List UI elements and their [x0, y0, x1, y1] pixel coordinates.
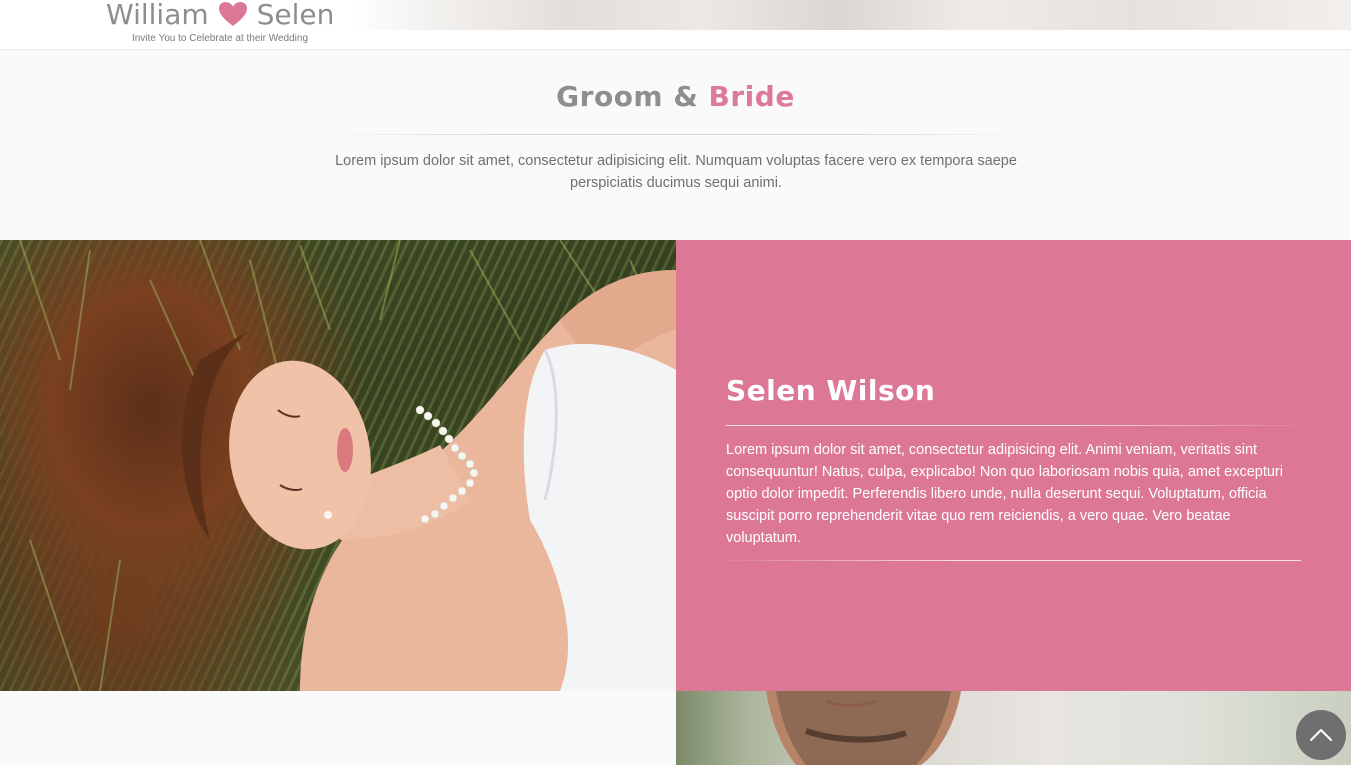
chevron-up-icon: [1310, 729, 1332, 741]
bride-divider-top: [726, 425, 1301, 426]
groom-first-name: William: [106, 0, 209, 31]
section-divider: [316, 134, 1036, 135]
groom-photo: [676, 691, 1351, 765]
back-to-top-button[interactable]: [1296, 710, 1346, 760]
section-intro-text: Lorem ipsum dolor sit amet, consectetur …: [335, 153, 1017, 191]
bride-full-name: Selen Wilson: [726, 374, 936, 407]
site-header: William Selen Invite You to Celebrate at…: [0, 0, 1351, 50]
bride-bio: Lorem ipsum dolor sit amet, consectetur …: [726, 442, 1283, 546]
couple-names: William Selen: [106, 0, 334, 31]
section-title: Groom & Bride: [0, 80, 1351, 113]
section-title-main: Groom &: [556, 80, 709, 113]
bride-photo: [0, 240, 676, 691]
bride-info-panel: Selen Wilson Lorem ipsum dolor sit amet,…: [676, 240, 1351, 691]
section-title-accent: Bride: [708, 80, 795, 113]
bride-first-name: Selen: [256, 0, 335, 31]
bride-divider-bottom: [726, 560, 1301, 561]
site-logo[interactable]: William Selen Invite You to Celebrate at…: [106, 0, 334, 46]
heart-icon: [218, 1, 248, 27]
site-tagline: Invite You to Celebrate at their Wedding: [131, 33, 309, 44]
